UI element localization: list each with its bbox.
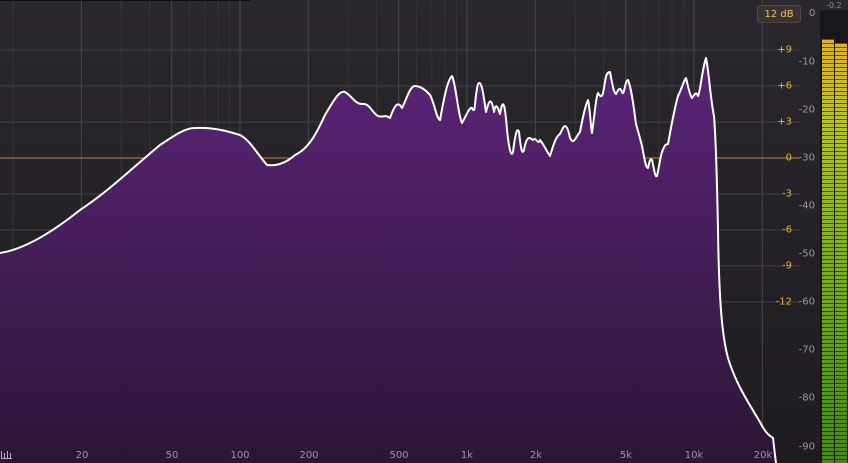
level-label: -30 [798, 152, 815, 164]
eq-db-label: 0 [785, 152, 792, 164]
freq-label: 50 [165, 450, 179, 461]
analyzer-scale-icon[interactable] [1, 450, 13, 460]
peak-readout[interactable]: -0.2 [826, 1, 842, 10]
spectrum-display[interactable] [0, 0, 848, 463]
freq-label: 20k [753, 450, 773, 461]
level-label: -10 [798, 56, 815, 68]
level-label: -20 [798, 104, 815, 116]
eq-db-label: +9 [777, 44, 792, 56]
eq-db-label: -3 [782, 188, 792, 200]
eq-db-label: +6 [777, 80, 792, 92]
eq-db-label: -9 [782, 260, 792, 272]
level-label: -80 [798, 392, 815, 404]
level-label: -40 [798, 200, 815, 212]
eq-db-label: -12 [775, 296, 792, 308]
level-label: -50 [798, 248, 815, 260]
meter-right-channel [835, 43, 847, 463]
freq-label: 500 [389, 450, 409, 461]
freq-label: 10k [684, 450, 704, 461]
eq-db-label: -6 [782, 224, 792, 236]
freq-label: 20 [75, 450, 89, 461]
freq-label: 2k [529, 450, 543, 461]
level-label: -90 [798, 441, 815, 453]
freq-label: 1k [460, 450, 474, 461]
freq-label: 5k [619, 450, 633, 461]
level-label: -70 [798, 344, 815, 356]
freq-label: 100 [230, 450, 250, 461]
spectrum-analyzer[interactable]: 20 50 100 200 500 1k 2k 5k 10k 20k +9 +6 +3 0 -3 -6 -9-… [0, 0, 848, 463]
range-zero-label: 0 [809, 8, 816, 19]
level-label: -60 [798, 296, 815, 308]
freq-label: 200 [299, 450, 319, 461]
spectrum-fill [0, 58, 776, 463]
eq-db-label: +3 [777, 116, 792, 128]
range-button[interactable]: 12 dB [757, 5, 801, 23]
meter-left-channel [822, 39, 834, 463]
